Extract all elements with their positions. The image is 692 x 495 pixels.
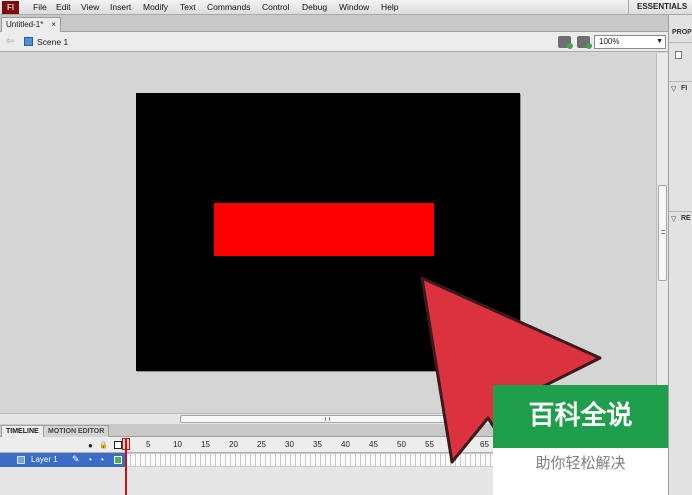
- watermark-subtitle: 助你轻松解决: [493, 448, 668, 495]
- watermark-title: 百科全说: [528, 401, 633, 431]
- watermark: 百科全说 助你轻松解决: [493, 385, 668, 495]
